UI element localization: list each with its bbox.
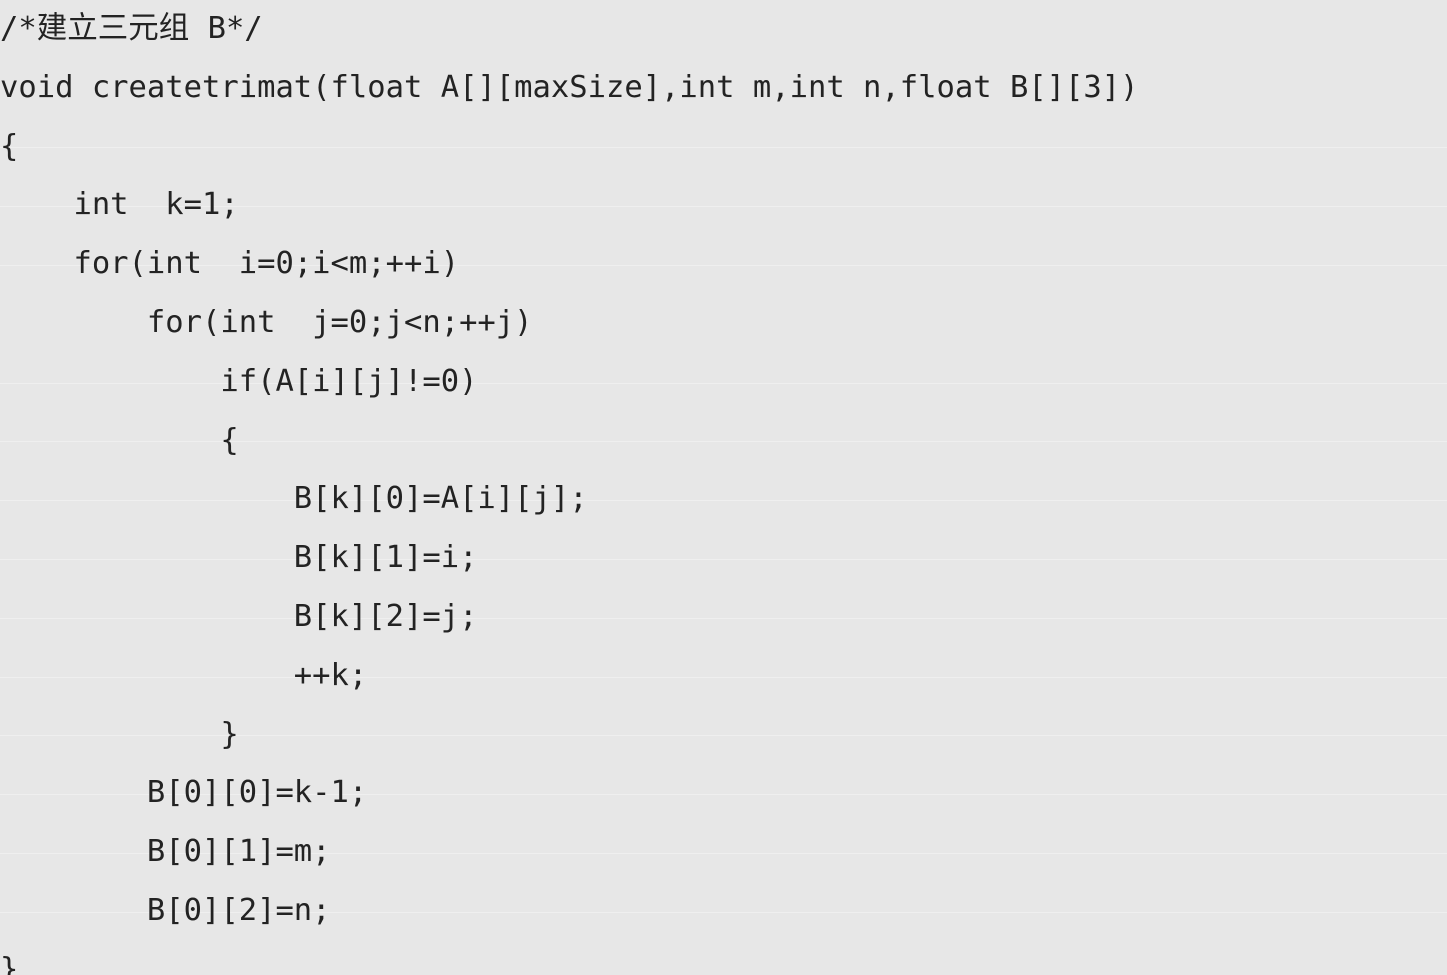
code-line: B[k][1]=i; xyxy=(0,540,478,576)
code-line: { xyxy=(0,422,239,458)
code-line: } xyxy=(0,716,239,752)
code-line: /*建立三元组 B*/ xyxy=(0,11,263,46)
code-line: B[0][1]=m; xyxy=(0,834,331,870)
code-line: ++k; xyxy=(0,657,368,693)
code-line: { xyxy=(0,128,19,164)
code-line: for(int i=0;i<m;++i) xyxy=(0,246,460,282)
code-line: B[k][2]=j; xyxy=(0,598,478,634)
code-line: B[0][2]=n; xyxy=(0,892,331,928)
code-line: } xyxy=(0,951,19,975)
code-snippet-image: /*建立三元组 B*/ void createtrimat(float A[][m… xyxy=(0,0,1447,975)
code-line: int k=1; xyxy=(0,187,239,223)
code-line: void createtrimat(float A[][maxSize],int… xyxy=(0,69,1139,105)
code-line: for(int j=0;j<n;++j) xyxy=(0,304,533,340)
code-line: B[k][0]=A[i][j]; xyxy=(0,481,588,517)
code-line: B[0][0]=k-1; xyxy=(0,775,368,811)
code-line: if(A[i][j]!=0) xyxy=(0,363,478,399)
code-lines-container: /*建立三元组 B*/ void createtrimat(float A[][m… xyxy=(0,0,1447,975)
